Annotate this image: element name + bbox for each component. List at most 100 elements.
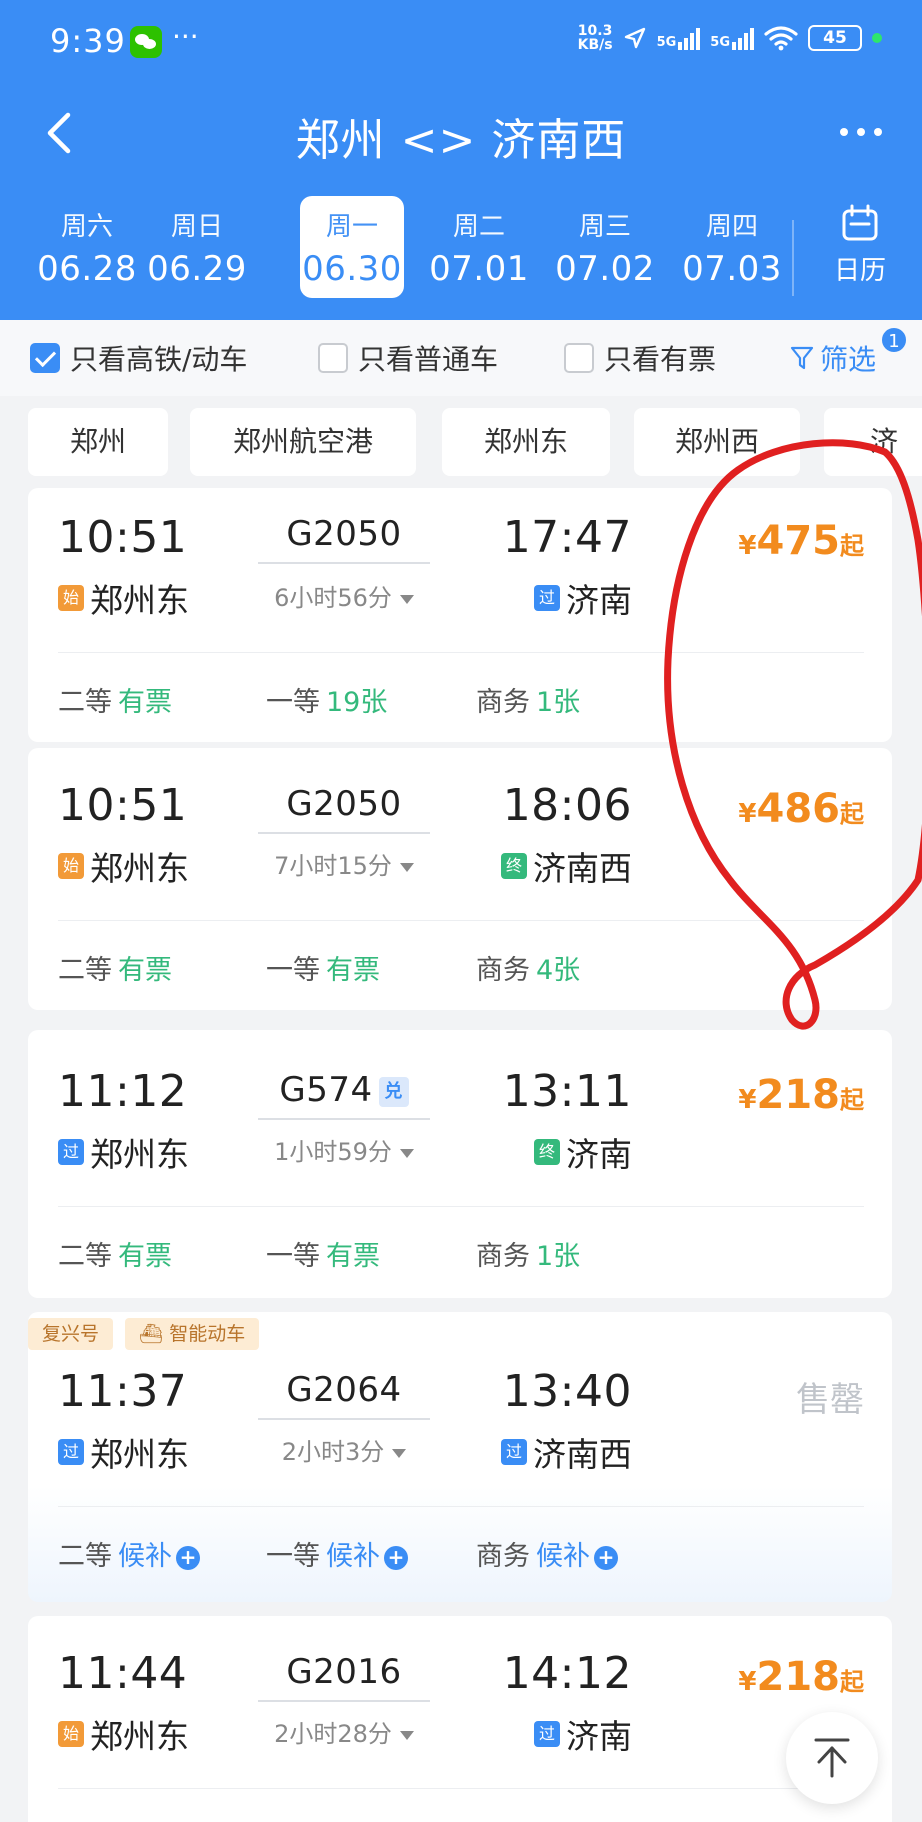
train-card[interactable]: 11:37 G2064 13:40 售罄 过郑州东 2小时3分 过济南西 二等候… xyxy=(28,1312,892,1602)
status-time: 9:39 xyxy=(50,22,126,60)
seat-label: 商务 xyxy=(476,955,530,986)
high-speed-checkbox[interactable] xyxy=(30,343,60,373)
departure-time: 11:44 xyxy=(58,1648,188,1699)
seat-label: 商务 xyxy=(476,1541,530,1572)
filter-available[interactable]: 只看有票 xyxy=(564,338,716,378)
duration-text: 7小时15分 xyxy=(274,852,392,880)
arrival-station: 终济南 xyxy=(534,1128,632,1176)
filter-bar: 只看高铁/动车 只看普通车 只看有票 筛选 1 xyxy=(0,320,922,396)
station-name: 郑州东 xyxy=(90,581,189,620)
train-number: G574 兑 xyxy=(258,1070,430,1110)
caret-down-icon xyxy=(399,1730,414,1740)
network-speed-value: 10.3 xyxy=(577,23,613,39)
calendar-button[interactable]: 日历 xyxy=(820,204,900,287)
filter-label: 只看普通车 xyxy=(358,343,499,376)
seat-availability: 19张 xyxy=(326,687,388,718)
arrival-time: 13:11 xyxy=(502,1066,632,1117)
start-tag: 始 xyxy=(58,853,84,879)
price-currency: ¥ xyxy=(738,1667,757,1697)
price-suffix: 起 xyxy=(840,1668,864,1696)
waitlist-link[interactable]: 候补 xyxy=(536,1541,590,1572)
price-amount: 218 xyxy=(756,1654,841,1700)
duration[interactable]: 2小时3分 xyxy=(258,1432,430,1467)
seat-availability: 有票 xyxy=(118,687,172,718)
waitlist-link[interactable]: 候补 xyxy=(118,1541,172,1572)
station-name: 济南 xyxy=(566,1717,632,1756)
station-name: 郑州东 xyxy=(90,1135,189,1174)
seat-first-class: 一等 有票 xyxy=(266,1234,380,1273)
station-name: 郑州东 xyxy=(90,1435,189,1474)
filter-label: 只看有票 xyxy=(604,343,717,376)
network-type-1: 5G xyxy=(656,35,677,50)
departure-time: 10:51 xyxy=(58,512,188,563)
station-chip[interactable]: 济 xyxy=(824,408,922,476)
date-weekday: 周二 xyxy=(452,212,505,242)
train-card[interactable]: 10:51 G2050 18:06 ¥486起 始郑州东 7小时15分 终济南西… xyxy=(28,748,892,1010)
station-chip[interactable]: 郑州西 xyxy=(634,408,800,476)
pass-tag: 过 xyxy=(501,1439,527,1465)
duration[interactable]: 1小时59分 xyxy=(258,1132,430,1167)
station-chip[interactable]: 郑州航空港 xyxy=(190,408,416,476)
station-name: 济南西 xyxy=(533,849,632,888)
seat-availability: 有票 xyxy=(326,1241,380,1272)
location-icon xyxy=(624,27,645,49)
price: ¥218起 xyxy=(738,1072,864,1118)
date-value: 06.29 xyxy=(147,249,247,289)
seat-first-class: 一等 有票 xyxy=(266,948,380,987)
more-icon[interactable] xyxy=(840,128,882,136)
calendar-label: 日历 xyxy=(833,256,886,286)
signal-1-icon: 5G xyxy=(657,26,701,50)
train-icon: ⛴ xyxy=(139,1323,170,1345)
exchange-badge: 兑 xyxy=(378,1076,409,1107)
seat-label: 商务 xyxy=(476,1241,530,1272)
pass-tag: 过 xyxy=(534,585,560,611)
plus-icon[interactable]: + xyxy=(594,1545,618,1570)
date-selector: 周六 06.28 周日 06.29 周一 06.30 周二 07.01 周三 0… xyxy=(28,196,808,298)
train-card[interactable]: 10:51 G2050 17:47 ¥475起 始郑州东 6小时56分 过济南 … xyxy=(28,488,892,742)
train-card[interactable]: 11:44 G2016 14:12 ¥218起 始郑州东 2小时28分 过济南 xyxy=(28,1616,892,1822)
waitlist-link[interactable]: 候补 xyxy=(326,1541,380,1572)
train-card[interactable]: 11:12 G574 兑 13:11 ¥218起 过郑州东 1小时59分 终济南 … xyxy=(28,1030,892,1298)
price-amount: 486 xyxy=(756,786,841,832)
normal-train-checkbox[interactable] xyxy=(318,343,348,373)
departure-station: 始郑州东 xyxy=(58,842,189,890)
duration[interactable]: 2小时28分 xyxy=(258,1714,430,1749)
seat-second-class: 二等 候补 + xyxy=(58,1534,200,1573)
station-chip[interactable]: 郑州 xyxy=(28,408,168,476)
date-tab[interactable]: 周日 06.29 xyxy=(138,196,256,298)
seat-availability: 4张 xyxy=(536,955,581,986)
fuxing-label: 复兴号 xyxy=(28,1318,114,1350)
more-notifications-icon: ··· xyxy=(172,20,199,53)
station-chip[interactable]: 郑州东 xyxy=(442,408,610,476)
caret-down-icon xyxy=(399,594,414,604)
scroll-top-button[interactable] xyxy=(786,1712,878,1804)
departure-station: 过郑州东 xyxy=(58,1128,189,1176)
filter-button[interactable]: 筛选 xyxy=(790,338,876,378)
date-tab[interactable]: 周四 07.03 xyxy=(673,196,791,298)
wifi-icon xyxy=(764,26,798,51)
departure-station: 过郑州东 xyxy=(58,1428,189,1476)
plus-icon[interactable]: + xyxy=(176,1545,200,1570)
seat-availability: 有票 xyxy=(118,955,172,986)
filter-high-speed[interactable]: 只看高铁/动车 xyxy=(30,338,247,378)
station-name: 郑州东 xyxy=(90,1717,189,1756)
duration[interactable]: 7小时15分 xyxy=(258,846,430,881)
date-tab[interactable]: 周三 07.02 xyxy=(546,196,664,298)
date-tab[interactable]: 周六 06.28 xyxy=(28,196,146,298)
available-checkbox[interactable] xyxy=(564,343,594,373)
duration[interactable]: 6小时56分 xyxy=(258,578,430,613)
train-labels: 复兴号 ⛴ 智能动车 xyxy=(28,1318,260,1350)
seat-label: 商务 xyxy=(476,687,530,718)
station-name: 济南 xyxy=(566,1135,632,1174)
date-weekday: 周四 xyxy=(705,212,758,242)
train-line xyxy=(258,832,430,834)
date-tab[interactable]: 周二 07.01 xyxy=(420,196,538,298)
header: 9:39 ··· 10.3 KB/s 5G 5G 45 郑州 <> 济南西 周六… xyxy=(0,0,922,320)
plus-icon[interactable]: + xyxy=(384,1545,408,1570)
filter-normal-train[interactable]: 只看普通车 xyxy=(318,338,498,378)
date-tab-selected[interactable]: 周一 06.30 xyxy=(300,196,404,298)
smart-emu-label: ⛴ 智能动车 xyxy=(125,1318,260,1350)
arrival-station: 终济南西 xyxy=(501,842,632,890)
filter-button-label: 筛选 xyxy=(819,343,876,376)
price-currency: ¥ xyxy=(738,1085,757,1115)
